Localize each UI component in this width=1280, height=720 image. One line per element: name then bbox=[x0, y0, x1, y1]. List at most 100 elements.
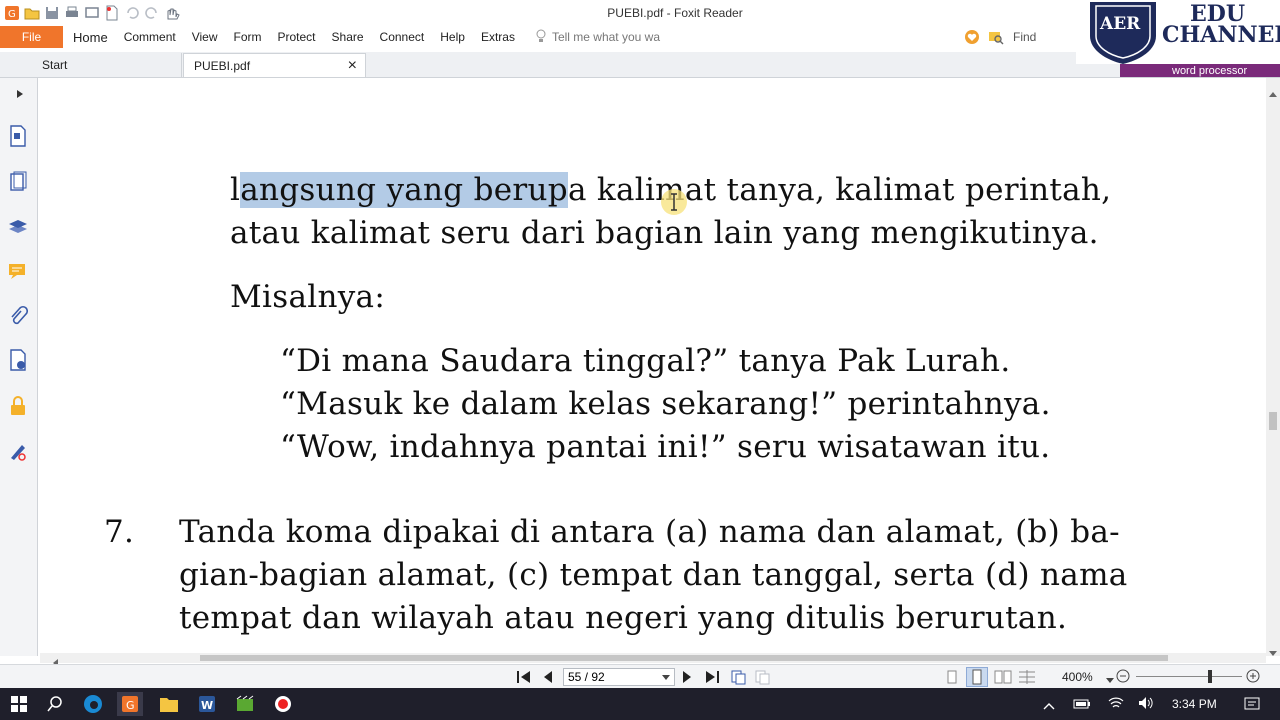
heart-icon[interactable] bbox=[964, 29, 980, 50]
example-line-1: “Di mana Saudara tinggal?” tanya Pak Lur… bbox=[280, 343, 1011, 379]
list-item-line-2: gian-bagian alamat, (c) tempat dan tangg… bbox=[179, 557, 1128, 593]
zoom-slider-thumb[interactable] bbox=[1208, 670, 1212, 683]
edge-browser-icon[interactable] bbox=[80, 692, 106, 716]
zoom-level[interactable]: 400% bbox=[1062, 670, 1093, 684]
list-item-number: 7. bbox=[104, 514, 135, 550]
screen-icon[interactable] bbox=[84, 5, 100, 21]
menu-extras[interactable]: Extras bbox=[473, 26, 523, 48]
pages-icon[interactable] bbox=[6, 170, 30, 194]
signature-icon[interactable] bbox=[6, 348, 30, 372]
windows-start-icon[interactable] bbox=[6, 692, 32, 716]
list-item-line-3: tempat dan wilayah atau negeri yang ditu… bbox=[179, 600, 1068, 636]
page-dropdown-icon[interactable] bbox=[662, 670, 670, 684]
facing-view-icon[interactable] bbox=[994, 669, 1012, 690]
taskbar-clock[interactable]: 3:34 PM bbox=[1172, 697, 1217, 711]
continuous-view-icon[interactable] bbox=[966, 667, 988, 687]
zoom-out-icon[interactable] bbox=[1116, 669, 1130, 688]
zoom-slider-track[interactable] bbox=[1136, 676, 1242, 677]
lock-icon[interactable] bbox=[6, 394, 30, 418]
tell-me-placeholder: Tell me what you wa bbox=[551, 30, 660, 44]
first-page-icon[interactable] bbox=[516, 670, 532, 689]
layers-icon[interactable] bbox=[6, 214, 30, 238]
undo-icon[interactable] bbox=[124, 5, 140, 21]
single-page-view-icon[interactable] bbox=[944, 669, 960, 690]
tab-puebi-label: PUEBI.pdf bbox=[194, 58, 251, 73]
last-page-icon[interactable] bbox=[704, 670, 720, 689]
channel-logo: AER EDU CHANNEL bbox=[1076, 0, 1280, 64]
menu-view[interactable]: View bbox=[184, 26, 226, 48]
redo-icon[interactable] bbox=[144, 5, 160, 21]
vertical-scrollbar[interactable] bbox=[1266, 78, 1280, 656]
close-tab-icon[interactable]: × bbox=[348, 57, 357, 75]
menu-form[interactable]: Form bbox=[226, 26, 270, 48]
svg-text:G: G bbox=[8, 9, 16, 20]
svg-text:W: W bbox=[201, 699, 213, 712]
next-page-icon[interactable] bbox=[681, 670, 693, 689]
wifi-icon[interactable] bbox=[1108, 696, 1124, 715]
tray-expand-icon[interactable] bbox=[1043, 698, 1055, 716]
print-icon[interactable] bbox=[64, 5, 80, 21]
bookmark-icon[interactable] bbox=[6, 124, 30, 148]
word-icon[interactable]: W bbox=[194, 692, 220, 716]
menu-home[interactable]: Home bbox=[65, 26, 116, 48]
doc-line-1-start: l bbox=[230, 172, 241, 208]
scroll-down-arrow-icon[interactable] bbox=[1269, 644, 1277, 662]
vertical-scroll-thumb[interactable] bbox=[1269, 412, 1277, 430]
search-icon[interactable] bbox=[42, 692, 68, 716]
menu-comment[interactable]: Comment bbox=[116, 26, 184, 48]
open-folder-icon[interactable] bbox=[24, 5, 40, 21]
zoom-dropdown-icon[interactable] bbox=[1106, 671, 1114, 689]
windows-taskbar: G W 3:34 PM bbox=[0, 688, 1280, 720]
expand-panel-icon[interactable] bbox=[14, 82, 26, 106]
notifications-icon[interactable] bbox=[1244, 696, 1260, 717]
fit-page-icon[interactable] bbox=[730, 669, 746, 690]
tell-me-box[interactable]: Tell me what you wa bbox=[523, 29, 660, 46]
file-menu-button[interactable]: File bbox=[0, 26, 63, 48]
search-folder-icon[interactable] bbox=[988, 29, 1004, 50]
new-doc-icon[interactable] bbox=[104, 5, 120, 21]
page-number-input[interactable]: 55 / 92 bbox=[563, 668, 675, 686]
logo-initials: AER bbox=[1099, 14, 1141, 34]
channel-logo-art: AER EDU CHANNEL bbox=[1090, 1, 1280, 64]
attachment-icon[interactable] bbox=[6, 304, 30, 328]
misalnya-label: Misalnya: bbox=[230, 279, 386, 315]
pen-search-icon[interactable] bbox=[6, 440, 30, 464]
tab-start-label: Start bbox=[42, 58, 68, 72]
menu-help[interactable]: Help bbox=[432, 26, 473, 48]
text-selection-highlight[interactable]: angsung yang berup bbox=[240, 172, 568, 208]
file-explorer-icon[interactable] bbox=[156, 692, 182, 716]
save-icon[interactable] bbox=[44, 5, 60, 21]
tab-start[interactable]: Start bbox=[32, 53, 182, 77]
horizontal-scroll-thumb[interactable] bbox=[200, 655, 1168, 661]
quick-access-toolbar: G bbox=[4, 4, 180, 22]
example-line-3: “Wow, indahnya pantai ini!” seru wisataw… bbox=[280, 429, 1051, 465]
hand-tool-icon[interactable] bbox=[164, 5, 180, 21]
horizontal-scrollbar[interactable] bbox=[40, 653, 1266, 667]
lightbulb-icon bbox=[535, 29, 547, 46]
scroll-up-arrow-icon[interactable] bbox=[1269, 84, 1277, 102]
previous-page-icon[interactable] bbox=[542, 670, 554, 689]
doc-line-2: atau kalimat seru dari bagian lain yang … bbox=[230, 215, 1099, 251]
volume-icon[interactable] bbox=[1138, 696, 1154, 715]
window-title: PUEBI.pdf - Foxit Reader bbox=[607, 6, 743, 20]
document-page[interactable]: langsung yang berupa kalimat tanya, kali… bbox=[40, 78, 1266, 656]
menu-connect[interactable]: Connect bbox=[372, 26, 433, 48]
comments-icon[interactable] bbox=[6, 260, 30, 284]
navigation-panel bbox=[0, 78, 38, 656]
foxit-reader-taskbar-icon[interactable]: G bbox=[117, 692, 143, 716]
doc-line-1-end: a kalimat tanya, kalimat perintah, bbox=[567, 172, 1112, 208]
fit-width-icon[interactable] bbox=[754, 669, 770, 690]
status-bar: 55 / 92 400% bbox=[0, 664, 1280, 688]
video-editor-icon[interactable] bbox=[232, 692, 258, 716]
list-item-line-1: Tanda koma dipakai di antara (a) nama da… bbox=[179, 514, 1120, 550]
menu-share[interactable]: Share bbox=[324, 26, 372, 48]
tab-puebi[interactable]: PUEBI.pdf × bbox=[183, 53, 366, 77]
zoom-in-icon[interactable] bbox=[1246, 669, 1260, 688]
screen-recorder-icon[interactable] bbox=[270, 692, 296, 716]
find-input[interactable]: Find bbox=[1009, 28, 1075, 46]
svg-text:G: G bbox=[126, 699, 135, 712]
menu-protect[interactable]: Protect bbox=[270, 26, 324, 48]
word-processor-banner: word processor bbox=[1120, 64, 1280, 77]
continuous-facing-icon[interactable] bbox=[1018, 669, 1036, 690]
logo-line2: CHANNEL bbox=[1162, 22, 1280, 48]
